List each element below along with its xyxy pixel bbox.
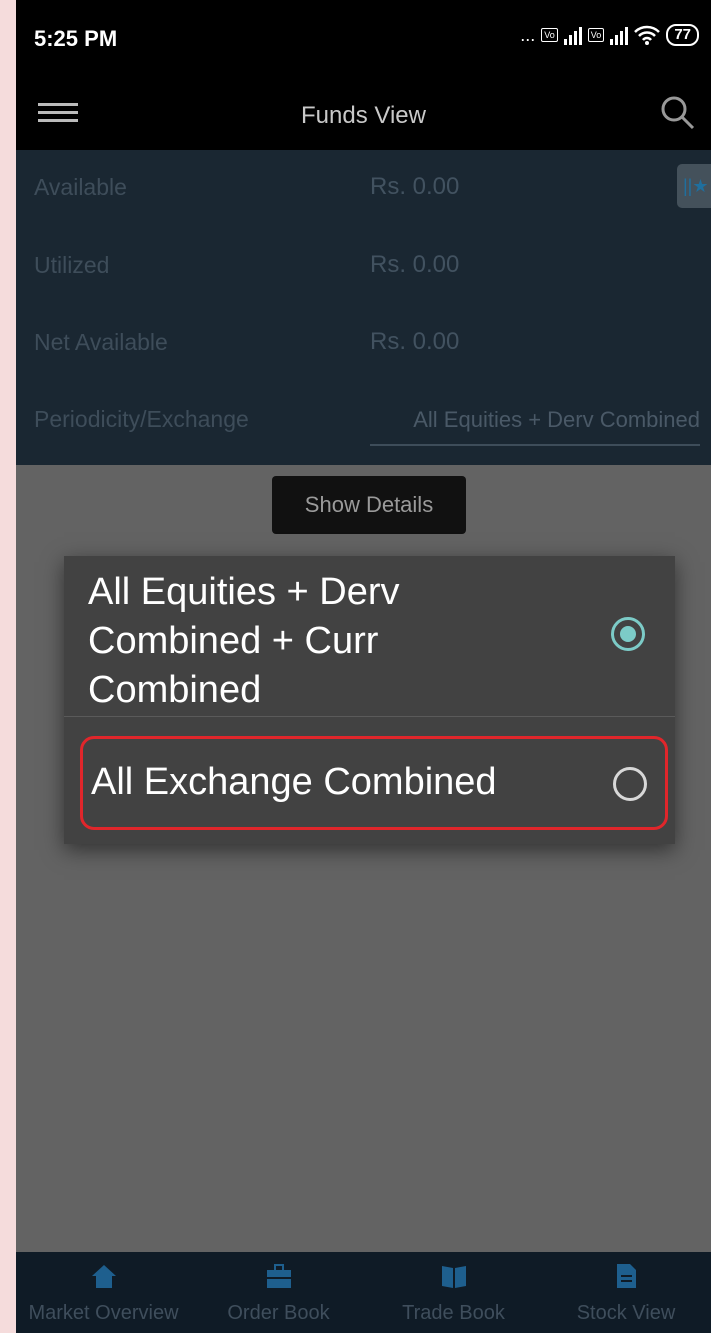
option-label: All Exchange Combined [91, 761, 497, 803]
battery-icon: 77 [666, 24, 699, 46]
page-title: Funds View [301, 102, 426, 129]
status-bar: 5:25 PM ... Vo Vo 77 [16, 0, 711, 80]
wifi-icon [634, 25, 661, 45]
home-icon [91, 1265, 116, 1288]
signal-icon-2 [610, 25, 629, 45]
volte-icon-2: Vo [587, 28, 605, 42]
bottom-nav: Market Overview Order Book Trade Book St… [16, 1252, 711, 1333]
document-icon [617, 1264, 636, 1288]
nav-item-stock-view[interactable]: Stock View [541, 1252, 711, 1333]
net-available-label: Net Available [34, 329, 168, 355]
signal-icon [563, 25, 582, 45]
periodicity-label: Periodicity/Exchange [34, 406, 249, 432]
utilized-label: Utilized [34, 252, 110, 278]
periodicity-select[interactable]: All Equities + Derv Combined [370, 406, 700, 446]
utilized-value: Rs. 0.00 [370, 251, 460, 278]
nav-item-market-overview[interactable]: Market Overview [16, 1252, 191, 1333]
available-value: Rs. 0.00 [370, 173, 460, 200]
available-label: Available [34, 174, 127, 200]
nav-label: Order Book [227, 1302, 330, 1324]
book-icon [441, 1266, 466, 1288]
radio-unselected-icon[interactable] [613, 767, 647, 801]
nav-label: Trade Book [402, 1302, 505, 1324]
more-notifications-icon: ... [520, 24, 536, 45]
side-tab-star-icon[interactable]: ||★ [677, 164, 711, 208]
nav-label: Market Overview [28, 1302, 179, 1324]
volte-icon: Vo [541, 28, 558, 42]
radio-selected-icon[interactable] [611, 617, 645, 651]
funds-panel: Available Rs. 0.00 ||★ Utilized Rs. 0.00… [16, 150, 711, 465]
exchange-options-dialog: All Equities + Derv Combined + Curr Comb… [64, 556, 675, 844]
option-all-equities-derv-curr[interactable]: All Equities + Derv Combined + Curr Comb… [64, 556, 675, 717]
net-available-value: Rs. 0.00 [370, 328, 460, 355]
nav-item-order-book[interactable]: Order Book [191, 1252, 366, 1333]
app-bar: Funds View [16, 80, 711, 150]
phone-screen: 5:25 PM ... Vo Vo 77 Funds View Availabl… [16, 0, 711, 1333]
status-time: 5:25 PM [34, 26, 118, 51]
briefcase-icon [266, 1264, 291, 1288]
nav-item-trade-book[interactable]: Trade Book [366, 1252, 541, 1333]
status-icons: ... Vo Vo 77 [520, 24, 699, 46]
show-details-button[interactable]: Show Details [272, 476, 466, 534]
option-label: All Equities + Derv Combined + Curr Comb… [88, 571, 400, 711]
search-icon[interactable] [657, 92, 697, 132]
nav-label: Stock View [576, 1302, 676, 1324]
option-all-exchange-combined[interactable]: All Exchange Combined [80, 736, 668, 830]
